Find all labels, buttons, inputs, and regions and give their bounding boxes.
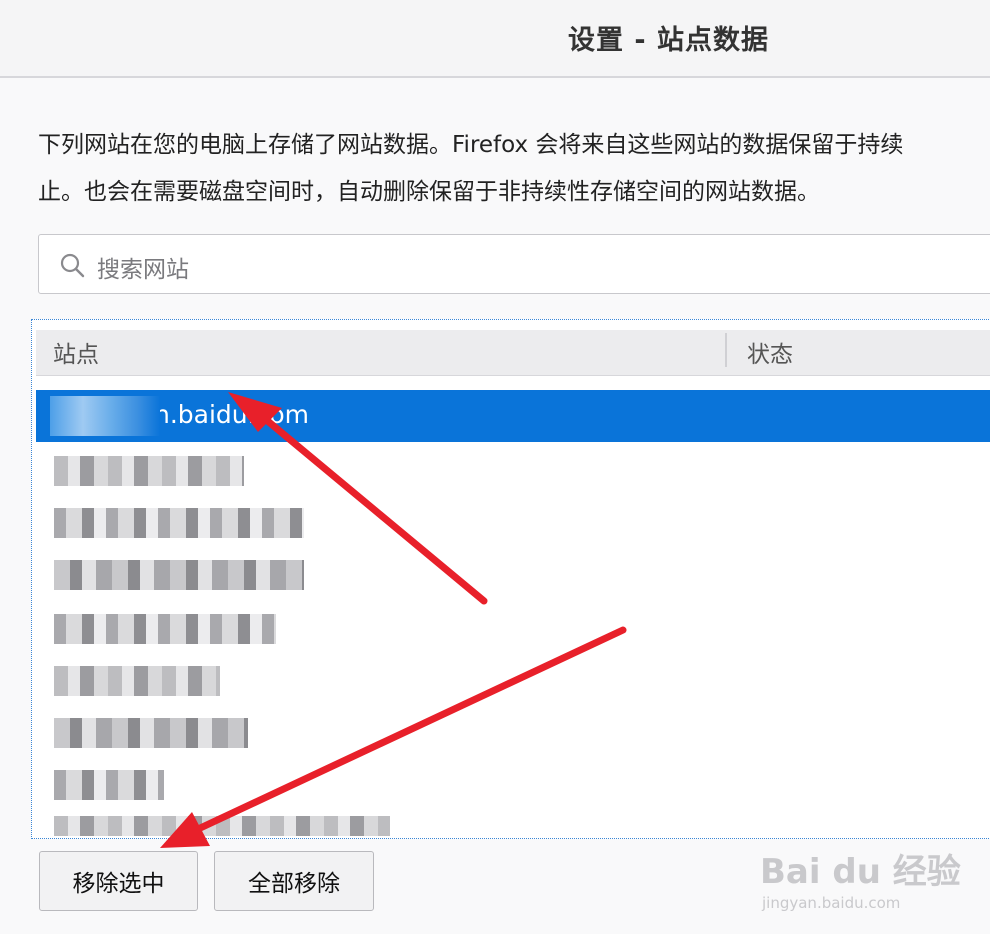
description-line-2: 止。也会在需要磁盘空间时，自动删除保留于非持续性存储空间的网站数据。 — [38, 179, 820, 205]
window-title: 设置 - 站点数据 — [568, 25, 770, 56]
table-row[interactable] — [36, 602, 990, 654]
description-text: 下列网站在您的电脑上存储了网站数据。Firefox 会将来自这些网站的数据保留于… — [38, 122, 990, 216]
table-row-selected[interactable]: n.baidu.com — [36, 390, 990, 442]
window-titlebar: 设置 - 站点数据 — [0, 0, 990, 78]
blurred-text — [54, 508, 304, 538]
table-row[interactable] — [36, 758, 990, 810]
table-row[interactable] — [36, 496, 990, 548]
table-header: 站点 状态 — [36, 330, 990, 376]
description-line-1: 下列网站在您的电脑上存储了网站数据。Firefox 会将来自这些网站的数据保留于… — [38, 132, 904, 158]
search-input[interactable]: 搜索网站 — [38, 234, 990, 294]
site-name: n.baidu.com — [154, 400, 309, 429]
table-row[interactable] — [36, 706, 990, 758]
blurred-text — [50, 396, 160, 436]
watermark: Bai du 经验 jingyan.baidu.com — [760, 838, 980, 928]
blurred-text — [54, 560, 304, 590]
blurred-text — [54, 614, 276, 644]
blurred-text — [54, 770, 164, 800]
blurred-text — [54, 666, 220, 696]
table-row[interactable] — [36, 810, 990, 838]
watermark-url: jingyan.baidu.com — [762, 894, 901, 912]
blurred-text — [54, 456, 244, 486]
column-divider[interactable] — [725, 333, 727, 367]
remove-selected-button[interactable]: 移除选中 — [39, 851, 198, 911]
remove-all-button[interactable]: 全部移除 — [214, 851, 374, 911]
table-row[interactable] — [36, 444, 990, 496]
search-icon — [60, 253, 85, 278]
table-row[interactable] — [36, 654, 990, 706]
table-row[interactable] — [36, 548, 990, 600]
blurred-text — [54, 816, 390, 836]
column-header-status[interactable]: 状态 — [747, 335, 793, 369]
site-data-table[interactable]: 站点 状态 n.baidu.com — [31, 319, 990, 839]
search-placeholder: 搜索网站 — [97, 257, 189, 283]
column-header-site[interactable]: 站点 — [53, 335, 99, 369]
blurred-text — [54, 718, 248, 748]
watermark-logo: Bai du 经验 — [760, 852, 961, 892]
